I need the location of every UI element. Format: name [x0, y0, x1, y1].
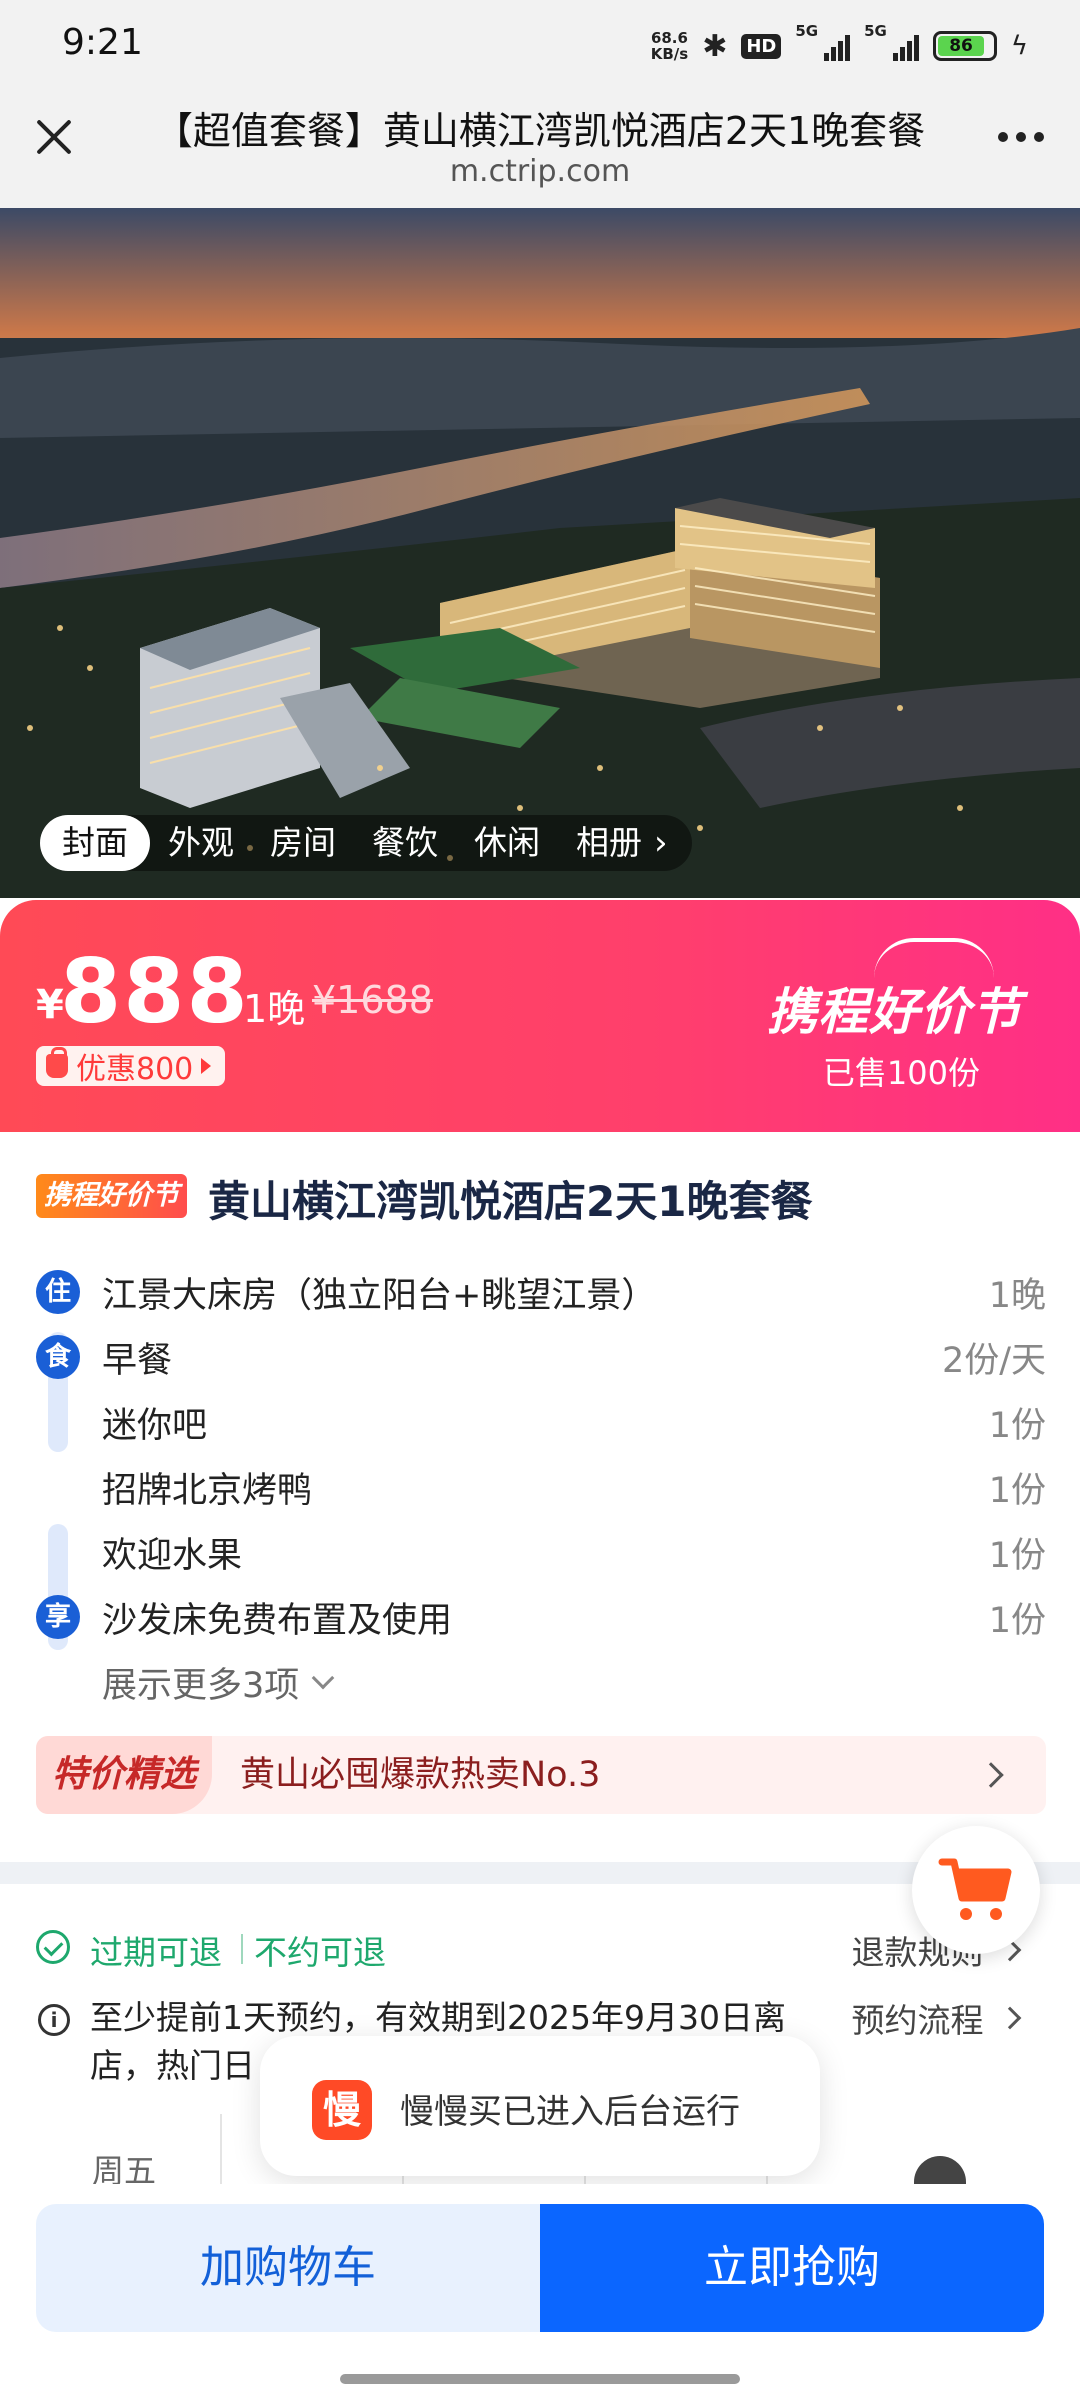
- festival-tag: 携程好价节: [36, 1174, 187, 1218]
- triangle-right-icon: [201, 1058, 212, 1074]
- more-icon[interactable]: [998, 132, 1044, 142]
- add-to-cart-button[interactable]: 加购物车: [36, 2204, 540, 2332]
- chevron-down-icon: [311, 1666, 335, 1689]
- list-item: 迷你吧 1份: [36, 1390, 1046, 1455]
- show-more-label: 展示更多3项: [102, 1666, 300, 1706]
- chevron-right-icon: ›: [654, 823, 668, 863]
- info-icon: i: [38, 2004, 70, 2036]
- close-icon[interactable]: [32, 114, 76, 158]
- item-name: 早餐: [102, 1341, 173, 1381]
- item-name: 迷你吧: [102, 1406, 208, 1446]
- page-url: m.ctrip.com: [449, 154, 631, 189]
- browser-header: 【超值套餐】黄山横江湾凯悦酒店2天1晚套餐 m.ctrip.com: [0, 92, 1080, 208]
- hd-voice-icon: HD: [741, 33, 782, 59]
- original-price: ¥1688: [312, 978, 433, 1022]
- signal-5g-label-2: 5G: [864, 22, 887, 40]
- item-quantity: 1份: [988, 1601, 1046, 1641]
- nights-label: 1晚: [243, 987, 306, 1031]
- status-icons: 68.6 KB/s ✱ HD 5G 5G 86 ϟ: [651, 22, 1028, 70]
- network-speed-value: 68.6: [650, 29, 688, 47]
- item-name: 欢迎水果: [102, 1536, 243, 1576]
- discount-label: 优惠800: [76, 1052, 194, 1087]
- status-time: 9:21: [62, 22, 143, 63]
- special-offer-tag: 特价精选: [36, 1736, 212, 1814]
- signal-icon-2: [892, 31, 919, 61]
- money-bag-icon: [46, 1047, 68, 1078]
- photo-tab-leisure[interactable]: 休闲: [456, 815, 558, 871]
- bluetooth-icon: ✱: [702, 28, 728, 64]
- package-items: 住 江景大床房（独立阳台+眺望江景） 1晚 食 早餐 2份/天 迷你吧 1份 招…: [36, 1260, 1046, 1715]
- show-more-row[interactable]: 展示更多3项: [36, 1650, 1046, 1715]
- item-name: 招牌北京烤鸭: [102, 1471, 313, 1511]
- food-badge-icon: 食: [36, 1335, 80, 1379]
- home-indicator[interactable]: [340, 2374, 740, 2384]
- photo-tab-dining[interactable]: 餐饮: [354, 815, 456, 871]
- network-speed-unit: KB/s: [650, 45, 689, 63]
- floating-cart-button[interactable]: [912, 1826, 1040, 1954]
- item-quantity: 2份/天: [941, 1341, 1046, 1381]
- cart-icon: [938, 1858, 1012, 1920]
- calendar-divider: [220, 2114, 222, 2184]
- product-info: 携程好价节 黄山横江湾凯悦酒店2天1晚套餐 住 江景大床房（独立阳台+眺望江景）…: [0, 1132, 1080, 1862]
- check-circle-icon: [36, 1930, 70, 1964]
- photo-album-link[interactable]: 相册: [558, 815, 660, 871]
- app-icon: 慢: [312, 2080, 372, 2140]
- show-more-button[interactable]: 展示更多3项: [102, 1657, 335, 1708]
- sold-count: 已售100份: [822, 1054, 980, 1092]
- list-item: 享 沙发床免费布置及使用 1份: [36, 1585, 1046, 1650]
- charging-icon: ϟ: [1010, 31, 1028, 61]
- list-item: 欢迎水果 1份: [36, 1520, 1046, 1585]
- bottom-action-bar: 加购物车 立即抢购: [0, 2184, 1080, 2400]
- photo-tab-exterior[interactable]: 外观: [150, 815, 252, 871]
- special-offer-banner[interactable]: 特价精选 黄山必囤爆款热卖No.3: [36, 1736, 1046, 1814]
- battery-icon: 86: [932, 31, 997, 61]
- background-running-toast: 慢 慢慢买已进入后台运行: [260, 2036, 820, 2176]
- enjoy-badge-icon: 享: [36, 1595, 80, 1639]
- photo-tabs: 封面 外观 房间 餐饮 休闲 相册 ›: [40, 815, 692, 871]
- network-speed: 68.6 KB/s: [651, 30, 688, 62]
- refund-expired-label: 过期可退: [90, 1933, 222, 1972]
- price-banner: ¥ 888 1晚 ¥1688 优惠800 携程好价节 已售100份: [0, 900, 1080, 1132]
- signal-icon: [824, 31, 851, 61]
- chevron-right-icon: [978, 1762, 1004, 1788]
- special-offer-text: 黄山必囤爆款热卖No.3: [240, 1755, 601, 1795]
- item-name: 沙发床免费布置及使用: [102, 1601, 453, 1641]
- sale-price: 888: [60, 940, 250, 1043]
- battery-level: 86: [937, 36, 985, 56]
- item-name: 江景大床房（独立阳台+眺望江景）: [102, 1276, 657, 1316]
- page-title: 【超值套餐】黄山横江湾凯悦酒店2天1晚套餐: [154, 109, 926, 153]
- refund-anytime-label: 不约可退: [254, 1933, 386, 1972]
- discount-badge[interactable]: 优惠800: [36, 1046, 226, 1087]
- product-title: 黄山横江湾凯悦酒店2天1晚套餐: [208, 1177, 813, 1226]
- item-quantity: 1份: [988, 1406, 1046, 1446]
- photo-tab-cover[interactable]: 封面: [40, 815, 150, 871]
- list-item: 食 早餐 2份/天: [36, 1325, 1046, 1390]
- list-item: 招牌北京烤鸭 1份: [36, 1455, 1046, 1520]
- hotel-photo[interactable]: 封面 外观 房间 餐饮 休闲 相册 ›: [0, 208, 1080, 898]
- booking-process-label: 预约流程: [851, 2001, 984, 2040]
- hotel-photo-illustration: [0, 208, 1080, 898]
- item-quantity: 1份: [988, 1471, 1046, 1511]
- item-quantity: 1晚: [988, 1276, 1046, 1316]
- signal-5g-label: 5G: [795, 22, 819, 40]
- festival-logo: 携程好价节: [767, 983, 1022, 1041]
- stay-badge-icon: 住: [36, 1270, 80, 1314]
- toast-message: 慢慢买已进入后台运行: [400, 2092, 740, 2132]
- status-bar: 9:21 68.6 KB/s ✱ HD 5G 5G 86 ϟ: [0, 0, 1080, 92]
- list-item: 住 江景大床房（独立阳台+眺望江景） 1晚: [36, 1260, 1046, 1325]
- buy-now-button[interactable]: 立即抢购: [540, 2204, 1044, 2332]
- item-quantity: 1份: [988, 1536, 1046, 1576]
- photo-tab-rooms[interactable]: 房间: [252, 815, 354, 871]
- divider: [241, 1934, 243, 1964]
